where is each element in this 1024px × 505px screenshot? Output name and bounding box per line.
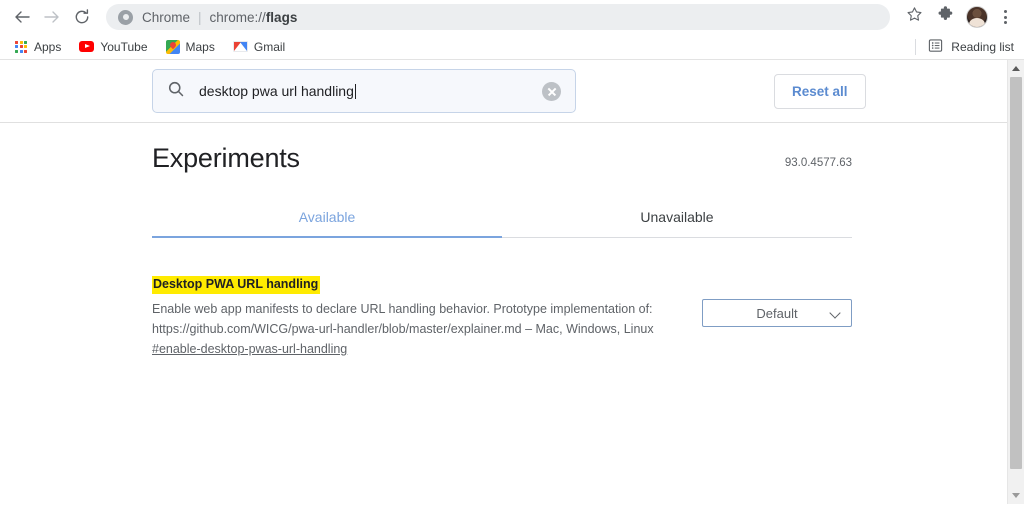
flags-body: Experiments 93.0.4577.63 Available Unava… — [0, 123, 1007, 359]
page-title: Experiments — [152, 143, 300, 173]
bookmark-youtube-label: YouTube — [100, 39, 148, 54]
reset-all-wrap: Reset all — [774, 73, 866, 109]
scrollbar-thumb[interactable] — [1010, 77, 1022, 469]
bookmark-apps-label: Apps — [34, 39, 62, 54]
flag-info: Desktop PWA URL handling Enable web app … — [152, 275, 702, 358]
triangle-down-icon — [1012, 493, 1020, 498]
search-query-text: desktop pwa url handling — [199, 83, 354, 99]
chrome-logo-icon — [118, 9, 133, 25]
three-dot-menu-icon[interactable] — [994, 4, 1016, 30]
bookmark-star-button[interactable] — [901, 4, 927, 30]
back-arrow-icon — [13, 8, 31, 26]
flags-search-header: desktop pwa url handling Reset all — [0, 60, 1007, 123]
profile-avatar[interactable] — [966, 6, 988, 28]
browser-toolbar: Chrome | chrome://flags — [0, 0, 1024, 34]
reading-list-button[interactable]: Reading list — [928, 38, 1014, 56]
flags-page: desktop pwa url handling Reset all Exper… — [0, 60, 1007, 504]
google-maps-icon — [165, 39, 180, 54]
bookmark-apps[interactable]: Apps — [14, 38, 69, 56]
search-icon — [167, 80, 185, 103]
extensions-button[interactable] — [932, 4, 958, 30]
bookmarks-divider — [915, 38, 917, 55]
omnibox-url-bold: flags — [265, 9, 298, 25]
back-button[interactable] — [8, 3, 36, 31]
youtube-icon — [79, 41, 95, 52]
reload-icon — [73, 8, 91, 26]
flags-tabs: Available Unavailable — [152, 198, 852, 238]
puzzle-piece-icon — [937, 6, 954, 28]
bookmark-gmail[interactable]: Gmail — [232, 38, 293, 56]
flag-state-value: Default — [756, 305, 798, 321]
flag-entry: Desktop PWA URL handling Enable web app … — [152, 275, 852, 358]
omnibox-site-label: Chrome — [142, 9, 191, 25]
address-bar[interactable]: Chrome | chrome://flags — [106, 4, 890, 30]
tab-available[interactable]: Available — [152, 198, 502, 238]
reading-list-icon — [928, 38, 943, 56]
reset-all-button[interactable]: Reset all — [774, 73, 866, 109]
omnibox-url: chrome://flags — [210, 10, 298, 25]
bookmark-maps-label: Maps — [185, 39, 215, 54]
triangle-up-icon — [1012, 66, 1020, 71]
bookmark-gmail-label: Gmail — [253, 39, 286, 54]
vertical-scrollbar[interactable] — [1007, 60, 1024, 504]
clear-search-icon[interactable] — [542, 81, 561, 101]
reload-button[interactable] — [68, 3, 96, 31]
apps-grid-icon — [14, 40, 28, 54]
scroll-up-button[interactable] — [1008, 60, 1024, 77]
page-viewport: desktop pwa url handling Reset all Exper… — [0, 60, 1024, 504]
flag-state-select[interactable]: Default — [702, 299, 852, 327]
bookmark-youtube[interactable]: YouTube — [79, 38, 155, 56]
flag-description: Enable web app manifests to declare URL … — [152, 301, 654, 336]
text-cursor — [354, 84, 356, 99]
flag-permalink-link[interactable]: #enable-desktop-pwas-url-handling — [152, 342, 347, 356]
search-input-value: desktop pwa url handling — [199, 83, 542, 99]
bookmarks-bar: Apps YouTube Maps Gmail Reading list — [0, 34, 1024, 60]
scroll-down-button[interactable] — [1008, 487, 1024, 504]
reading-list-label: Reading list — [951, 39, 1014, 54]
star-icon — [906, 6, 923, 28]
forward-arrow-icon — [43, 8, 61, 26]
bookmark-maps[interactable]: Maps — [165, 38, 223, 56]
chevron-down-icon — [829, 307, 841, 319]
gmail-icon — [232, 41, 248, 52]
omnibox-url-prefix: chrome:// — [209, 9, 266, 25]
search-flags-input[interactable]: desktop pwa url handling — [152, 69, 576, 113]
chrome-version: 93.0.4577.63 — [784, 157, 852, 169]
omnibox-separator: | — [198, 9, 202, 25]
tab-unavailable[interactable]: Unavailable — [502, 198, 852, 237]
flag-title: Desktop PWA URL handling — [152, 276, 321, 294]
forward-button[interactable] — [38, 3, 66, 31]
title-row: Experiments 93.0.4577.63 — [152, 123, 852, 174]
scrollbar-track[interactable] — [1008, 77, 1024, 487]
flag-control: Default — [702, 275, 852, 327]
